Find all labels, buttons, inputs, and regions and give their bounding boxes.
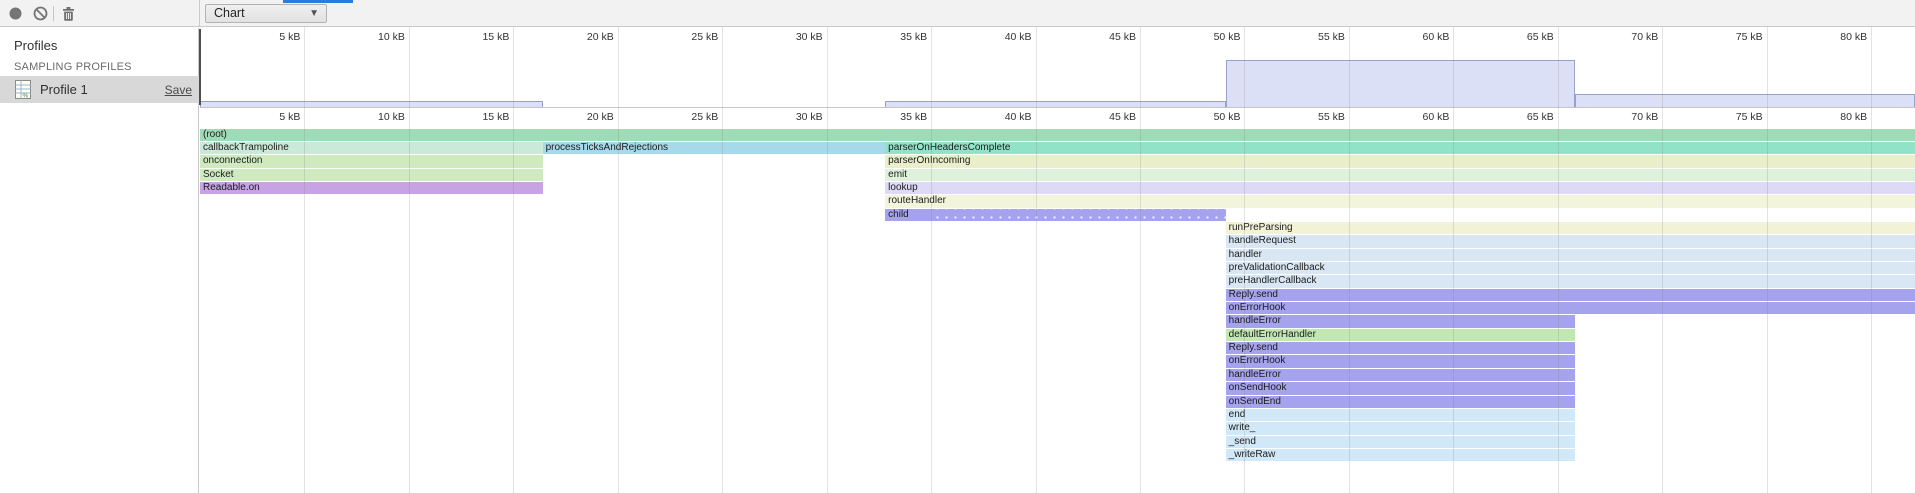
save-profile-link[interactable]: Save: [165, 83, 192, 97]
overview-area-step[interactable]: [1575, 94, 1915, 107]
memory-overview-pane[interactable]: [200, 27, 1915, 107]
chart-main: (root)callbackTrampolineprocessTicksAndR…: [200, 27, 1915, 493]
flame-frame-label: Socket: [200, 169, 543, 181]
sidebar-title: Profiles: [14, 38, 57, 53]
svg-text:%: %: [23, 93, 29, 100]
flame-frame-write[interactable]: write_: [1226, 422, 1575, 434]
overview-left-grip[interactable]: [199, 29, 201, 105]
profiler-window: Chart ▼ Profiles SAMPLING PROFILES % Pro…: [0, 0, 1915, 493]
panel-divider: [199, 0, 200, 27]
flame-frame-label: parserOnHeadersComplete: [885, 142, 1915, 154]
flame-frame-label: Reply.send: [1226, 289, 1915, 301]
flame-frame-label: onSendEnd: [1226, 396, 1575, 408]
flame-frame-processticksandrejections[interactable]: processTicksAndRejections: [543, 142, 886, 154]
flame-frame-label: (root): [200, 129, 1915, 141]
flame-frame-onerrorhook[interactable]: onErrorHook: [1226, 355, 1575, 367]
flame-frame-handleerror[interactable]: handleError: [1226, 369, 1575, 381]
flame-frame-label: handleError: [1226, 369, 1575, 381]
flame-frame-label: onSendHook: [1226, 382, 1575, 394]
flame-frame-label: defaultErrorHandler: [1226, 329, 1575, 341]
flame-frame-label: processTicksAndRejections: [543, 142, 886, 154]
flame-frame-handlerequest[interactable]: handleRequest: [1226, 235, 1915, 247]
active-tab-indicator: [283, 0, 353, 3]
flame-frame-runpreparsing[interactable]: runPreParsing: [1226, 222, 1915, 234]
flame-frame-label: emit: [885, 169, 1915, 181]
flame-frame-label: write_: [1226, 422, 1575, 434]
flame-frame-label: handleError: [1226, 315, 1575, 327]
flame-frame-reply-send[interactable]: Reply.send: [1226, 342, 1575, 354]
flame-frame-reply-send[interactable]: Reply.send: [1226, 289, 1915, 301]
flame-frame-label: preValidationCallback: [1226, 262, 1915, 274]
flame-frame-send[interactable]: _send: [1226, 436, 1575, 448]
trash-icon[interactable]: [61, 6, 76, 21]
flame-frame-label: parserOnIncoming: [885, 155, 1915, 167]
flame-frame-parseronincoming[interactable]: parserOnIncoming: [885, 155, 1915, 167]
toolbar-divider: [53, 6, 54, 21]
flame-frame-label: runPreParsing: [1226, 222, 1915, 234]
flame-frame-label: handleRequest: [1226, 235, 1915, 247]
flame-frame-socket[interactable]: Socket: [200, 169, 543, 181]
flame-frame-routehandler[interactable]: routeHandler: [885, 195, 1915, 207]
flame-frame-parseronheaderscomplete[interactable]: parserOnHeadersComplete: [885, 142, 1915, 154]
flame-frame-label: onErrorHook: [1226, 355, 1575, 367]
chevron-down-icon: ▼: [309, 5, 319, 22]
flame-frame-label: onconnection: [200, 155, 543, 167]
flame-frame-child[interactable]: child: [885, 209, 1225, 221]
flame-frame-prevalidationcallback[interactable]: preValidationCallback: [1226, 262, 1915, 274]
flame-frame-callbacktrampoline[interactable]: callbackTrampoline: [200, 142, 543, 154]
flame-chart: (root)callbackTrampolineprocessTicksAndR…: [200, 127, 1915, 493]
flame-frame-onsendhook[interactable]: onSendHook: [1226, 382, 1575, 394]
flame-frame-readable-on[interactable]: Readable.on: [200, 182, 543, 194]
sampling-profiles-header: SAMPLING PROFILES: [14, 61, 132, 73]
overview-area-step[interactable]: [885, 101, 1225, 107]
flame-frame-end[interactable]: end: [1226, 409, 1575, 421]
chart-view-select[interactable]: Chart ▼: [205, 4, 327, 23]
profile-name: Profile 1: [40, 82, 88, 97]
chart-view-select-value: Chart: [214, 6, 245, 20]
sidebar-item-profile-1[interactable]: % Profile 1 Save: [0, 76, 199, 103]
profile-document-icon: %: [14, 79, 32, 100]
frame-dotted-texture: [931, 209, 1226, 221]
flame-frame-label: _writeRaw: [1226, 449, 1575, 461]
flame-frame-label: callbackTrampoline: [200, 142, 543, 154]
flame-frame-handler[interactable]: handler: [1226, 249, 1915, 261]
toolbar: Chart ▼: [0, 0, 1915, 27]
flame-frame-onconnection[interactable]: onconnection: [200, 155, 543, 167]
clear-icon[interactable]: [33, 6, 48, 21]
flame-frame-label: onErrorHook: [1226, 302, 1915, 314]
flame-frame-label: end: [1226, 409, 1575, 421]
flame-frame-label: _send: [1226, 436, 1575, 448]
overview-area-step[interactable]: [200, 101, 543, 107]
overview-area-step[interactable]: [1226, 60, 1575, 107]
sidebar: Profiles SAMPLING PROFILES % Profile 1 S…: [0, 28, 199, 493]
flame-frame-handleerror[interactable]: handleError: [1226, 315, 1575, 327]
flame-frame-root[interactable]: (root): [200, 129, 1915, 141]
flame-frame-defaulterrorhandler[interactable]: defaultErrorHandler: [1226, 329, 1575, 341]
flame-frame-onsendend[interactable]: onSendEnd: [1226, 396, 1575, 408]
flame-frame-lookup[interactable]: lookup: [885, 182, 1915, 194]
flame-frame-label: handler: [1226, 249, 1915, 261]
flame-frame-label: preHandlerCallback: [1226, 275, 1915, 287]
flame-frame-prehandlercallback[interactable]: preHandlerCallback: [1226, 275, 1915, 287]
flame-frame-label: routeHandler: [885, 195, 1915, 207]
flame-frame-writeraw[interactable]: _writeRaw: [1226, 449, 1575, 461]
flame-frame-emit[interactable]: emit: [885, 169, 1915, 181]
flame-ruler: [200, 107, 1915, 127]
record-icon[interactable]: [8, 6, 23, 21]
flame-frame-label: Reply.send: [1226, 342, 1575, 354]
flame-frame-onerrorhook[interactable]: onErrorHook: [1226, 302, 1915, 314]
flame-frame-label: Readable.on: [200, 182, 543, 194]
flame-frame-label: lookup: [885, 182, 1915, 194]
